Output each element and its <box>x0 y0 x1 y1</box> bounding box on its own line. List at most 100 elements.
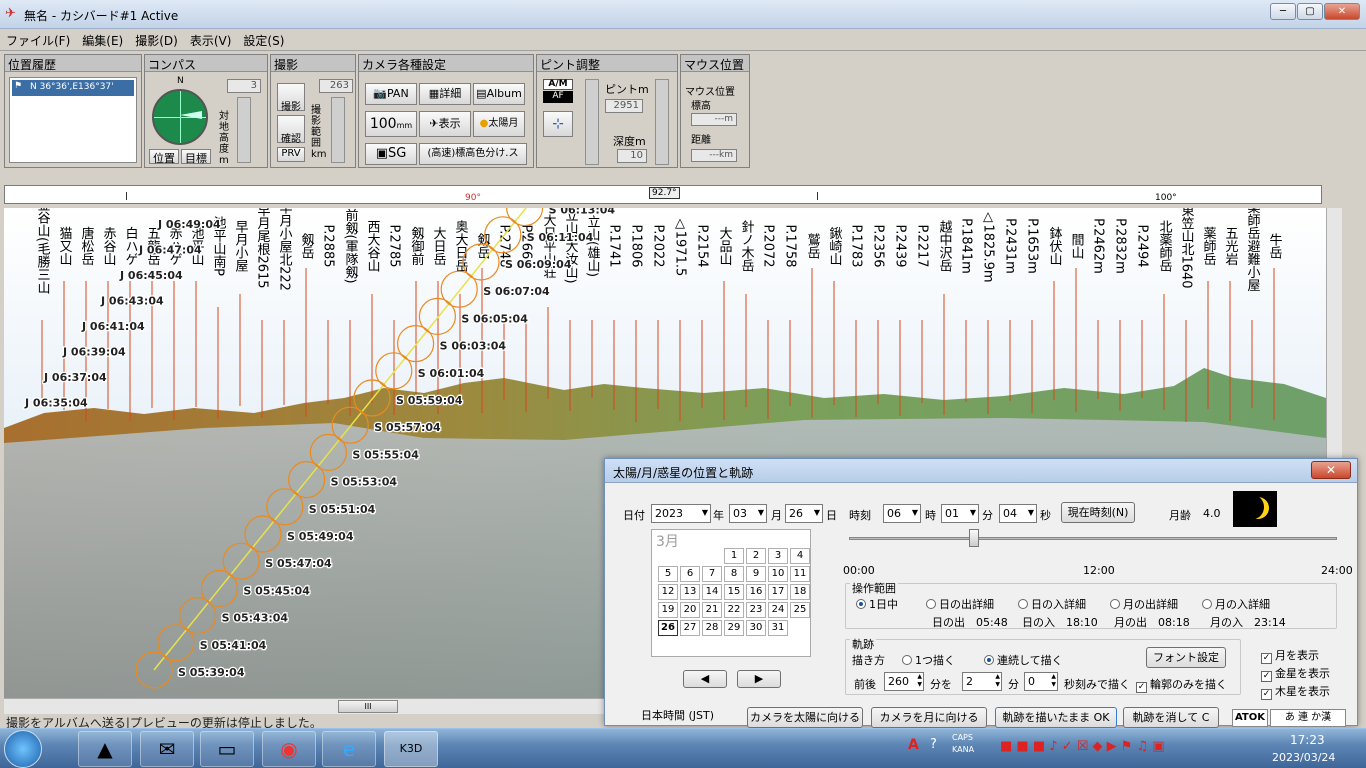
draw-opt-one[interactable]: 1つ描く <box>902 652 955 668</box>
calendar-day[interactable]: 30 <box>746 620 766 636</box>
peak-label[interactable]: 猫又山 <box>57 227 73 266</box>
af-indicator[interactable]: AF <box>543 91 573 103</box>
calendar-day[interactable]: 31 <box>768 620 788 636</box>
peak-label[interactable]: 鉢伏山 <box>1047 227 1063 266</box>
peak-label[interactable]: 大日岳 <box>431 227 447 266</box>
peak-label[interactable]: P.1783 <box>849 224 864 267</box>
taskbar-ie-icon[interactable]: e <box>322 731 376 767</box>
peak-label[interactable]: 早月小屋 <box>233 220 249 273</box>
peak-label[interactable]: P.2217 <box>915 224 930 267</box>
minute-select[interactable]: 01 <box>941 504 979 523</box>
calendar-day[interactable]: 28 <box>702 620 722 636</box>
detail-button[interactable]: ▦詳細 <box>419 83 471 105</box>
peak-label[interactable]: P.1741 <box>607 224 622 267</box>
peak-label[interactable]: 赤谷山 <box>101 227 117 266</box>
calendar-day[interactable]: 6 <box>680 566 700 582</box>
calendar-day[interactable]: 15 <box>724 584 744 600</box>
shoot-button[interactable]: 撮影 <box>277 83 305 113</box>
show-moon-checkbox[interactable]: ✓ 月を表示 <box>1261 647 1319 664</box>
taskbar-folder-icon[interactable]: ▭ <box>200 731 254 767</box>
peak-label[interactable]: P.2072 <box>761 224 776 267</box>
ime-indicator[interactable]: ATOK <box>1232 709 1268 727</box>
peak-label[interactable]: P.2885 <box>321 224 336 267</box>
minimize-button[interactable]: ─ <box>1270 3 1296 20</box>
lens-button[interactable]: 100mm <box>365 111 417 137</box>
menu-edit[interactable]: 編集(E) <box>76 29 129 52</box>
menu-shoot[interactable]: 撮影(D) <box>129 29 184 52</box>
second-spinner[interactable]: 0 <box>1024 672 1058 691</box>
outline-checkbox[interactable]: ✓ 輪郭のみを描く <box>1136 676 1227 693</box>
month-select[interactable]: 03 <box>729 504 767 523</box>
font-settings-button[interactable]: フォント設定 <box>1146 647 1226 668</box>
peak-label[interactable]: 早月尾根2615 <box>255 208 271 289</box>
calendar-day[interactable]: 8 <box>724 566 744 582</box>
calendar-day[interactable]: 4 <box>790 548 810 564</box>
menu-view[interactable]: 表示(V) <box>184 29 238 52</box>
altitude-slider[interactable] <box>237 97 251 163</box>
range-opt-sunrise[interactable]: 日の出詳細 <box>926 596 994 612</box>
peak-label[interactable]: P.1653m <box>1025 218 1040 274</box>
calendar-day[interactable]: 16 <box>746 584 766 600</box>
time-slider-thumb[interactable] <box>969 529 979 547</box>
peak-label[interactable]: 北薬師岳 <box>1157 220 1173 272</box>
calendar-day[interactable]: 13 <box>680 584 700 600</box>
tray-icon-a[interactable]: A <box>908 737 919 753</box>
peak-label[interactable]: P.2494 <box>1135 224 1150 267</box>
calendar-day[interactable]: 24 <box>768 602 788 618</box>
pan-button[interactable]: 📷PAN <box>365 83 417 105</box>
compass-dial[interactable] <box>152 89 208 145</box>
calendar-day[interactable]: 10 <box>768 566 788 582</box>
calendar-day[interactable]: 1 <box>724 548 744 564</box>
show-jupiter-checkbox[interactable]: ✓ 木星を表示 <box>1261 683 1330 700</box>
peak-label[interactable]: 立山(雄山) <box>585 215 601 277</box>
confirm-button[interactable]: 確認 <box>277 115 305 145</box>
peak-label[interactable]: 五光岩 <box>1223 227 1239 266</box>
year-select[interactable]: 2023 <box>651 504 711 523</box>
calendar-day[interactable]: 25 <box>790 602 810 618</box>
step-spinner[interactable]: 2 <box>962 672 1002 691</box>
day-select[interactable]: 26 <box>785 504 823 523</box>
second-select[interactable]: 04 <box>999 504 1037 523</box>
ok-button[interactable]: 軌跡を描いたまま OK <box>995 707 1117 728</box>
calendar-day[interactable]: 14 <box>702 584 722 600</box>
peak-label[interactable]: 薬師岳 <box>1201 227 1217 266</box>
calendar-day[interactable]: 3 <box>768 548 788 564</box>
focus-target-icon[interactable]: ⊹ <box>543 111 573 137</box>
calendar-day[interactable]: 20 <box>680 602 700 618</box>
calendar-day[interactable]: 19 <box>658 602 678 618</box>
calendar-day[interactable]: 29 <box>724 620 744 636</box>
range-opt-moonset[interactable]: 月の入詳細 <box>1202 596 1270 612</box>
next-month-button[interactable]: ▶ <box>737 670 781 688</box>
peak-label[interactable]: P.2832m <box>1113 218 1128 274</box>
calendar-day[interactable]: 27 <box>680 620 700 636</box>
now-button[interactable]: 現在時刻(N) <box>1061 502 1135 523</box>
peak-label[interactable]: P.1806 <box>629 224 644 267</box>
prev-month-button[interactable]: ◀ <box>683 670 727 688</box>
taskbar-app-1[interactable]: ▲ <box>78 731 132 767</box>
peak-label[interactable]: P.2431m <box>1003 218 1018 274</box>
peak-label[interactable]: P.2439 <box>893 224 908 267</box>
peak-label[interactable]: 西大谷山 <box>365 220 381 272</box>
target-button[interactable]: 目標 <box>181 149 211 165</box>
peak-label[interactable]: 薬師岳避難小屋 <box>1245 208 1261 293</box>
calendar-day[interactable]: 26 <box>658 620 678 636</box>
calendar-day[interactable]: 22 <box>724 602 744 618</box>
calendar-day[interactable]: 18 <box>790 584 810 600</box>
show-venus-checkbox[interactable]: ✓ 金星を表示 <box>1261 665 1330 682</box>
point-to-sun-button[interactable]: カメラを太陽に向ける <box>747 707 863 728</box>
time-slider[interactable] <box>849 537 1337 540</box>
range-opt-allday[interactable]: 1日中 <box>856 596 898 612</box>
range-opt-moonrise[interactable]: 月の出詳細 <box>1110 596 1178 612</box>
display-button[interactable]: ✈表示 <box>419 111 471 137</box>
calendar-day[interactable]: 21 <box>702 602 722 618</box>
am-button[interactable]: A/M <box>543 79 573 90</box>
taskbar-kashimir-icon[interactable]: K3D <box>384 731 438 767</box>
color-mode-button[interactable]: (高速)標高色分け.ス <box>419 143 527 165</box>
clear-cancel-button[interactable]: 軌跡を消して C <box>1123 707 1219 728</box>
ime-mode[interactable]: あ 連 か漢 <box>1270 709 1346 727</box>
peak-label[interactable]: 奥大日岳 <box>453 220 469 272</box>
peak-label[interactable]: 越中沢岳 <box>937 220 953 272</box>
peak-label[interactable]: 前剱(軍隊剱) <box>343 208 359 284</box>
scroll-thumb[interactable]: III <box>338 700 398 713</box>
peak-label[interactable]: 鍬崎山 <box>827 227 843 266</box>
